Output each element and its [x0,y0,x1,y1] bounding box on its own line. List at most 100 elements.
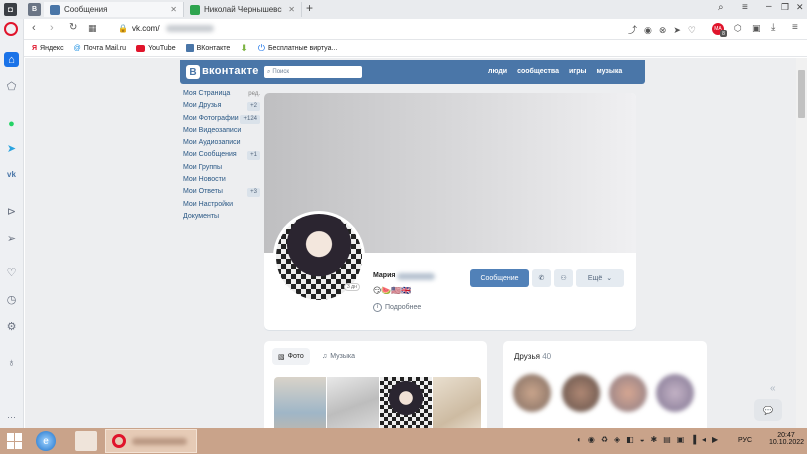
menu-photos[interactable]: Мои Фотографии +124 [183,113,260,125]
menu-icon[interactable]: ≡ [792,22,798,33]
youtube-icon [136,44,146,52]
bookmark-yandex[interactable]: Я Яндекс [32,45,64,52]
topnav-games[interactable]: игры [569,68,586,75]
vk-pinned-tab-icon[interactable]: В [28,3,41,16]
settings-icon[interactable]: ⚙ [4,319,19,334]
menu-answers[interactable]: Мои Ответы +3 [183,186,260,198]
back-icon[interactable]: ‹ [32,22,36,34]
new-tab-icon[interactable]: + [306,1,313,15]
address-action-icons[interactable]: ⤴◉⊗➤♡ [628,23,703,36]
close-icon[interactable]: ✕ [282,5,295,14]
chat-button[interactable]: 💬 [754,399,782,421]
bookmark-android[interactable]: ⬇ [240,43,248,54]
close-icon[interactable]: ✕ [164,5,177,14]
clock[interactable]: 20:47 10.10.2022 [769,432,804,446]
menu-my-page[interactable]: Моя Страница ред. [183,88,260,100]
search-icon[interactable]: ⌕ [718,2,724,13]
topnav-people[interactable]: люди [488,68,507,75]
friend-avatar[interactable] [562,374,600,412]
start-icon[interactable] [7,433,23,449]
photo-thumb[interactable] [274,377,326,428]
collapse-icon[interactable]: « [770,383,776,394]
more-button[interactable]: Ещё ⌄ [576,269,624,287]
friend-avatar[interactable] [609,374,647,412]
opera-menu-icon[interactable]: ◘ [4,3,17,16]
surname-redacted [397,273,435,280]
forward-icon[interactable]: › [50,22,54,34]
search-input[interactable]: ⌕ Поиск [264,66,362,78]
topnav-music[interactable]: музыка [596,68,622,75]
taskbar: e ◐◉♻◈◧◒✱▤▣▐◂▶ РУС 20:47 10.10.2022 [0,428,807,454]
menu-label: Мои Ответы [183,188,223,195]
language-indicator[interactable]: РУС [738,437,752,444]
heart-icon[interactable]: ♡ [4,265,19,280]
home-icon[interactable]: ⌂ [4,52,19,67]
scrollbar[interactable] [796,58,807,428]
photo-thumb[interactable] [327,377,379,428]
message-button[interactable]: Сообщение [470,269,529,287]
bookmark-youtube[interactable]: YouTube [136,44,176,52]
topnav-communities[interactable]: сообщества [517,68,559,75]
more-icon[interactable]: ··· [4,409,19,424]
download-icon[interactable]: ⤓ [771,22,775,33]
bookmark-label: ВКонтакте [196,44,231,52]
tab-music[interactable]: ♫ Музыка [322,348,355,365]
friend-avatar[interactable] [656,374,694,412]
tray-icons[interactable]: ◐◉♻◈◧◒✱▤▣▐◂▶ [577,435,724,444]
bookmark-mailru[interactable]: @ Почта Mail.ru [74,45,127,52]
ie-icon[interactable]: e [36,431,56,451]
bookmark-virtual[interactable]: ⏻ Бесплатные виртуа... [258,43,337,54]
window-close-icon[interactable]: ✕ [796,2,804,13]
tab-photos[interactable]: ▧ Фото [272,348,310,365]
left-menu: Моя Страница ред. Мои Друзья +2 Мои Фотогр… [183,88,260,228]
call-button[interactable]: ✆ [532,269,551,287]
reload-icon[interactable]: ↻ [69,22,77,33]
user-add-icon: ⚇ [560,275,567,282]
tab-chernyshevsky[interactable]: Николай Чернышевский ✕ [184,2,302,17]
wallet-icon[interactable]: ▣ [752,23,761,34]
menu-documents[interactable]: Документы [183,211,219,223]
taskbar-opera-button[interactable] [105,429,197,453]
menu-settings[interactable]: Мои Настройки [183,199,233,211]
player-icon[interactable]: ⊳ [4,204,19,219]
bookmarks-bar: Я Яндекс @ Почта Mail.ru YouTube ВКонтакте… [24,40,807,57]
minimize-icon[interactable]: – [766,1,772,12]
scrollbar-thumb[interactable] [798,70,805,118]
bookmark-vk[interactable]: ВКонтакте [185,44,231,52]
k-favicon-icon [190,4,200,15]
menu-messages[interactable]: Мои Сообщения +1 [183,149,260,161]
menu-groups[interactable]: Мои Группы [183,162,222,174]
add-friend-button[interactable]: ⚇ [554,269,573,287]
speed-dial-icon[interactable]: ▦ [88,23,97,34]
telegram-icon[interactable]: ➤ [4,141,19,156]
edit-link[interactable]: ред. [248,88,260,100]
url-input[interactable]: vk.com/ [132,24,160,33]
friends-card: Друзья 40 [503,341,707,428]
menu-videos[interactable]: Мои Видеозаписи [183,125,241,137]
friends-header[interactable]: Друзья 40 [514,352,551,361]
whatsapp-icon[interactable]: ● [4,116,19,131]
vk-topnav: люди сообщества игры музыка [488,68,622,75]
restore-icon[interactable]: ❐ [781,2,789,13]
menu-audio[interactable]: Мои Аудиозаписи [183,137,241,149]
more-info-link[interactable]: i Подробнее [373,303,421,312]
vk-logo-icon[interactable]: В [186,65,200,79]
bulb-icon[interactable]: ♁ [4,355,19,370]
pentagon-icon[interactable]: ⬠ [4,79,19,94]
menu-friends[interactable]: Мои Друзья +2 [183,100,260,112]
photo-thumb[interactable] [433,377,481,428]
paint-icon[interactable] [75,431,97,451]
vk-logo-text[interactable]: вконтакте [202,65,259,77]
opera-logo-icon[interactable] [4,22,18,36]
cube-icon[interactable]: ⬡ [734,23,742,34]
friend-avatar[interactable] [513,374,551,412]
history-icon[interactable]: ◷ [4,292,19,307]
music-icon: ♫ [322,353,328,360]
photo-thumb[interactable] [380,377,432,428]
url-redacted [166,25,214,32]
vk-icon[interactable]: vk [4,167,19,182]
tab-messages[interactable]: Сообщения ✕ [44,2,184,17]
easy-setup-icon[interactable]: ≡ [742,2,748,13]
send-icon[interactable]: ➢ [4,231,19,246]
menu-news[interactable]: Мои Новости [183,174,226,186]
